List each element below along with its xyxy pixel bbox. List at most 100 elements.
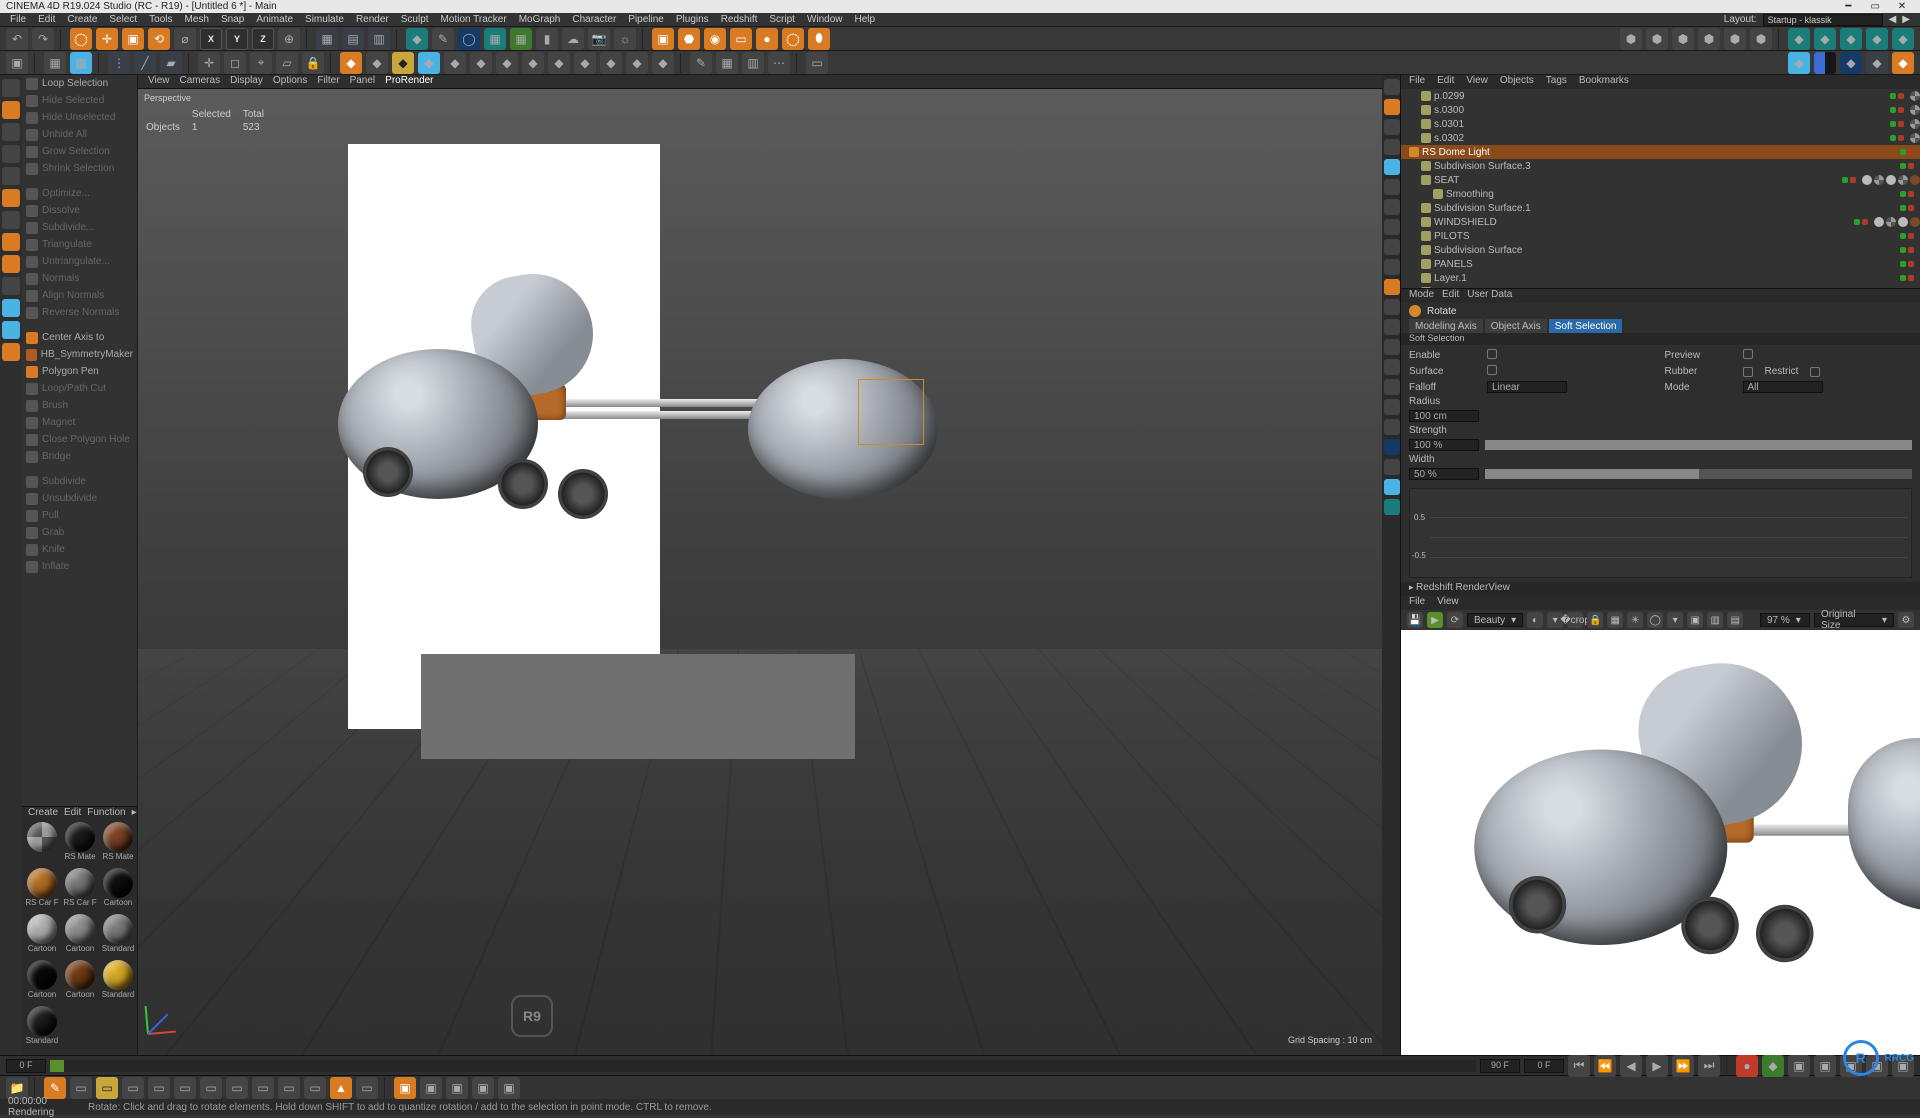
tool-loop-path-cut[interactable]: Loop/Path Cut [22, 380, 137, 397]
material-swatch-4[interactable]: RS Car F [62, 868, 98, 912]
material-swatch-12[interactable]: Standard [24, 1006, 60, 1050]
tool-subdivide[interactable]: Subdivide [22, 473, 137, 490]
mat-menu-edit[interactable]: Edit [64, 807, 81, 820]
rv-gear-icon[interactable]: ⚙ [1898, 612, 1914, 628]
obj-menu-objects[interactable]: Objects [1500, 75, 1534, 89]
menu-mograph[interactable]: MoGraph [519, 14, 561, 25]
make-editable-icon[interactable]: ▣ [6, 52, 28, 74]
polys-mode-icon[interactable]: ▰ [160, 52, 182, 74]
texture-mode-icon[interactable]: ▦ [70, 52, 92, 74]
li-1[interactable] [2, 79, 20, 97]
rotate-icon[interactable]: ⟲ [148, 28, 170, 50]
tool-unsubdivide[interactable]: Unsubdivide [22, 490, 137, 507]
vp-tab-prorender[interactable]: ProRender [385, 75, 433, 88]
material-swatch-11[interactable]: Standard [100, 960, 136, 1004]
material-swatch-6[interactable]: Cartoon [24, 914, 60, 958]
deformer-icon[interactable]: ▮ [536, 28, 558, 50]
material-swatch-5[interactable]: Cartoon [100, 868, 136, 912]
vp-tab-panel[interactable]: Panel [350, 75, 376, 88]
menu-edit[interactable]: Edit [38, 14, 55, 25]
strength-field[interactable]: 100 % [1409, 439, 1479, 451]
t-right4-icon[interactable]: ◆ [1866, 52, 1888, 74]
object-subdivision-surface-3[interactable]: Subdivision Surface.3 [1401, 159, 1920, 173]
menu-mesh[interactable]: Mesh [185, 14, 209, 25]
spline-primitive-icon[interactable]: ◯ [458, 28, 480, 50]
menu-tools[interactable]: Tools [149, 14, 172, 25]
surface-checkbox[interactable] [1487, 365, 1497, 375]
tool-normals[interactable]: Normals [22, 270, 137, 287]
rubber-checkbox[interactable] [1743, 367, 1753, 377]
model-mode-icon[interactable]: ▦ [44, 52, 66, 74]
vp-tab-view[interactable]: View [148, 75, 170, 88]
rb-21[interactable] [1384, 479, 1400, 495]
key-rot-icon[interactable]: ▣ [1840, 1055, 1862, 1077]
rb-4[interactable] [1384, 139, 1400, 155]
live-select-icon[interactable]: ◯ [70, 28, 92, 50]
material-swatch-8[interactable]: Standard [100, 914, 136, 958]
obj-menu-tags[interactable]: Tags [1546, 75, 1567, 89]
tool18-icon[interactable]: ▭ [806, 52, 828, 74]
snap-icon[interactable]: ⌖ [250, 52, 272, 74]
rv-b6[interactable]: ✳ [1627, 612, 1643, 628]
rs-icon-1[interactable]: ⬢ [1620, 28, 1642, 50]
rb-14[interactable] [1384, 339, 1400, 355]
attr-tab-object-axis[interactable]: Object Axis [1485, 319, 1547, 333]
li-6[interactable] [2, 189, 20, 207]
redo-icon[interactable]: ↷ [32, 28, 54, 50]
material-swatch-3[interactable]: RS Car F [24, 868, 60, 912]
tool-reverse-normals[interactable]: Reverse Normals [22, 304, 137, 321]
attr-menu-mode[interactable]: Mode [1409, 289, 1434, 303]
rb-1[interactable] [1384, 79, 1400, 95]
restrict-checkbox[interactable] [1810, 367, 1820, 377]
obj-menu-view[interactable]: View [1466, 75, 1488, 89]
tool-hide-unselected[interactable]: Hide Unselected [22, 109, 137, 126]
tool-center-axis-to[interactable]: Center Axis to [22, 329, 137, 346]
t-right1-icon[interactable]: ◆ [1788, 52, 1810, 74]
autokey-icon[interactable]: ◆ [1762, 1055, 1784, 1077]
attr-tab-soft-selection[interactable]: Soft Selection [1549, 319, 1623, 333]
key-pos-icon[interactable]: ▣ [1788, 1055, 1810, 1077]
tool-grab[interactable]: Grab [22, 524, 137, 541]
play-fwd-icon[interactable]: ▶ [1646, 1055, 1668, 1077]
capsule-prim-icon[interactable]: ⬮ [808, 28, 830, 50]
play-back-icon[interactable]: ◀ [1620, 1055, 1642, 1077]
tool17-icon[interactable]: ⋯ [768, 52, 790, 74]
material-swatch-2[interactable]: RS Mate [100, 822, 136, 866]
rv-b9[interactable]: ▣ [1687, 612, 1703, 628]
t-right5-icon[interactable]: ◆ [1892, 52, 1914, 74]
viewport-solo-icon[interactable]: ◻ [224, 52, 246, 74]
li-7[interactable] [2, 211, 20, 229]
tool13-icon[interactable]: ◆ [652, 52, 674, 74]
material-swatch-10[interactable]: Cartoon [62, 960, 98, 1004]
rs-icon-4[interactable]: ⬢ [1698, 28, 1720, 50]
coord-system-icon[interactable]: ⊕ [278, 28, 300, 50]
rv-b4[interactable]: 🔒 [1587, 612, 1603, 628]
rv-b3[interactable]: �crop [1567, 612, 1583, 628]
rv-render-icon[interactable]: ▶ [1427, 612, 1443, 628]
object-layer-1[interactable]: Layer.1 [1401, 271, 1920, 285]
render-pv-icon[interactable]: ▤ [342, 28, 364, 50]
minimize-icon[interactable]: ━ [1836, 1, 1860, 12]
tool-pull[interactable]: Pull [22, 507, 137, 524]
radius-field[interactable]: 100 cm [1409, 410, 1479, 422]
rs-icon-5[interactable]: ⬢ [1724, 28, 1746, 50]
step-back-icon[interactable]: ⏪ [1594, 1055, 1616, 1077]
lock-icon[interactable]: 🔒 [302, 52, 324, 74]
tool3-icon[interactable]: ◆ [392, 52, 414, 74]
rv-refresh-icon[interactable]: ⟳ [1447, 612, 1463, 628]
rs-icon-6[interactable]: ⬢ [1750, 28, 1772, 50]
falloff-select[interactable]: Linear [1487, 381, 1567, 393]
tool11-icon[interactable]: ◆ [600, 52, 622, 74]
maximize-icon[interactable]: ▭ [1863, 1, 1887, 12]
renderview-canvas[interactable] [1401, 630, 1920, 1055]
rb-20[interactable] [1384, 459, 1400, 475]
tool-brush[interactable]: Brush [22, 397, 137, 414]
tool-optimize-[interactable]: Optimize... [22, 185, 137, 202]
menu-motion-tracker[interactable]: Motion Tracker [441, 14, 507, 25]
tool16-icon[interactable]: ▥ [742, 52, 764, 74]
menu-window[interactable]: Window [807, 14, 843, 25]
menu-script[interactable]: Script [769, 14, 795, 25]
rb-7[interactable] [1384, 199, 1400, 215]
render-view-icon[interactable]: ▦ [316, 28, 338, 50]
menu-character[interactable]: Character [572, 14, 616, 25]
